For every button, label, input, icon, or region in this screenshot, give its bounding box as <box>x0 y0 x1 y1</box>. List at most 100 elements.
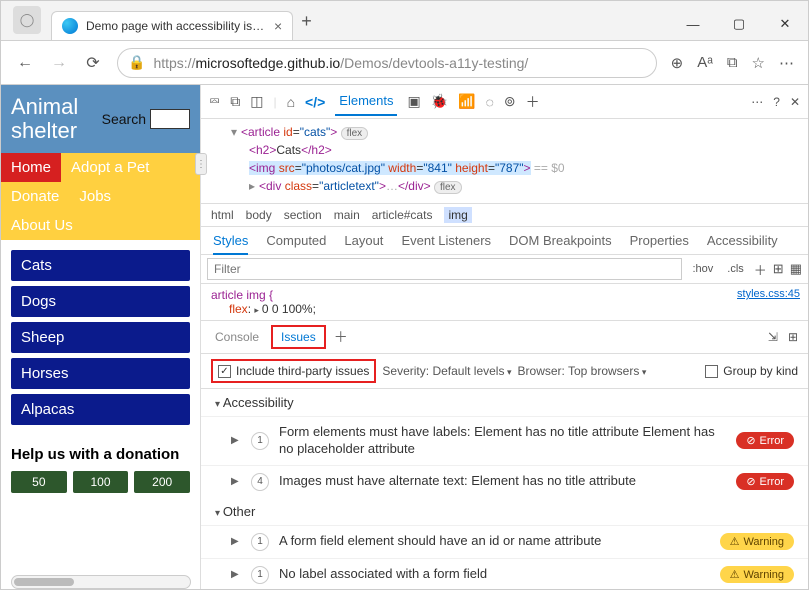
nav-adopt[interactable]: Adopt a Pet <box>61 153 159 182</box>
main-nav: Home Adopt a Pet Donate Jobs About Us <box>1 153 200 240</box>
collections-icon[interactable]: ⧉ <box>727 54 738 71</box>
more-tabs-plus[interactable]: ＋ <box>526 92 540 112</box>
site-title: Animal shelter <box>11 95 91 143</box>
sidebar-item-dogs[interactable]: Dogs <box>11 286 190 317</box>
tab-computed[interactable]: Computed <box>266 233 326 248</box>
url-path: /Demos/devtools-a11y-testing/ <box>340 55 528 71</box>
css-source-link[interactable]: styles.css:45 <box>737 288 800 300</box>
sidebar-item-alpacas[interactable]: Alpacas <box>11 394 190 425</box>
drawer-tabs: Console Issues ＋ ⇲ ⊞ <box>201 321 808 354</box>
browser-filter[interactable]: Browser: Top browsers <box>518 364 647 378</box>
tab-elements[interactable]: Elements <box>335 87 397 116</box>
expand-icon[interactable]: ▶ <box>231 476 241 487</box>
issue-row[interactable]: ▶ 1 A form field element should have an … <box>201 525 808 558</box>
checkbox-icon <box>705 365 718 378</box>
issues-filter-bar: Include third-party issues Severity: Def… <box>201 354 808 389</box>
tab-event-listeners[interactable]: Event Listeners <box>401 233 491 248</box>
nav-donate[interactable]: Donate <box>1 182 69 211</box>
issue-count: 4 <box>251 473 269 491</box>
console-tab-icon[interactable]: ▣ <box>407 93 420 110</box>
close-window-button[interactable]: ✕ <box>762 8 808 40</box>
tab-styles[interactable]: Styles <box>213 233 248 255</box>
warning-badge: Warning <box>720 566 794 583</box>
hov-toggle[interactable]: :hov <box>688 261 717 277</box>
memory-icon[interactable]: ⊚ <box>504 93 516 110</box>
donation-buttons: 50 100 200 <box>1 463 200 501</box>
category-accessibility[interactable]: Accessibility <box>201 389 808 416</box>
category-other[interactable]: Other <box>201 498 808 525</box>
donate-50[interactable]: 50 <box>11 471 67 493</box>
url-box[interactable]: 🔒 https://microsoftedge.github.io/Demos/… <box>117 48 657 78</box>
nav-jobs[interactable]: Jobs <box>69 182 121 211</box>
sources-icon[interactable]: 🐞 <box>431 93 448 110</box>
third-party-checkbox[interactable]: Include third-party issues <box>211 359 376 383</box>
tab-close-button[interactable]: × <box>274 18 282 34</box>
help-icon[interactable]: ? <box>773 95 780 109</box>
box-model-icon[interactable]: ▦ <box>790 261 802 277</box>
back-button[interactable]: ← <box>15 54 35 72</box>
tab-accessibility[interactable]: Accessibility <box>707 233 778 248</box>
donate-200[interactable]: 200 <box>134 471 190 493</box>
issue-row[interactable]: ▶ 1 No label associated with a form fiel… <box>201 558 808 589</box>
devtools-close-button[interactable]: ✕ <box>790 95 800 109</box>
issue-message: No label associated with a form field <box>279 566 710 583</box>
inspect-icon[interactable]: ⮹ <box>209 93 220 110</box>
app-install-icon[interactable]: ⊕ <box>671 54 684 72</box>
refresh-button[interactable]: ⟳ <box>83 53 103 73</box>
animal-sidebar: Cats Dogs Sheep Horses Alpacas <box>1 240 200 440</box>
sidebar-item-horses[interactable]: Horses <box>11 358 190 389</box>
issue-count: 1 <box>251 432 269 450</box>
cls-toggle[interactable]: .cls <box>723 261 748 277</box>
read-aloud-icon[interactable]: Aᵃ <box>697 54 713 71</box>
dom-tree[interactable]: ▾<article id="cats"> flex <h2>Cats</h2> … <box>201 119 808 204</box>
settings-menu-button[interactable]: ⋯ <box>779 54 794 72</box>
styles-sidebar-tabs: Styles Computed Layout Event Listeners D… <box>201 227 808 255</box>
drawer-dock-icon[interactable]: ⇲ <box>768 330 778 344</box>
maximize-button[interactable]: ▢ <box>716 8 762 40</box>
url-scheme: https:// <box>153 55 195 71</box>
expand-icon[interactable]: ▶ <box>231 569 241 580</box>
flex-editor-icon[interactable]: ⊞ <box>773 261 784 277</box>
horizontal-scrollbar[interactable] <box>11 575 191 589</box>
dom-breadcrumbs[interactable]: htmlbodysectionmainarticle#catsimg <box>201 204 808 227</box>
severity-filter[interactable]: Severity: Default levels <box>382 364 511 378</box>
search-input[interactable] <box>150 109 190 129</box>
profile-button[interactable]: ◯ <box>13 6 41 34</box>
performance-icon[interactable]: ◌ <box>486 94 494 110</box>
nav-home[interactable]: Home <box>1 153 61 182</box>
styles-filter-input[interactable] <box>207 258 682 280</box>
tab-issues[interactable]: Issues <box>271 325 326 349</box>
tab-console[interactable]: Console <box>211 327 263 347</box>
favorite-icon[interactable]: ☆ <box>752 54 765 72</box>
tab-properties[interactable]: Properties <box>630 233 689 248</box>
forward-button[interactable]: → <box>49 54 69 72</box>
sidebar-item-cats[interactable]: Cats <box>11 250 190 281</box>
more-tools-button[interactable]: ⋯ <box>751 95 763 109</box>
network-icon[interactable]: 📶 <box>458 93 475 110</box>
devtools-panel: ⋮ ⮹ ⧉ ◫ | ⌂ </> Elements ▣ 🐞 📶 ◌ ⊚ ＋ ⋯ ?… <box>201 85 808 589</box>
device-icon[interactable]: ⧉ <box>230 93 240 110</box>
expand-icon[interactable]: ▶ <box>231 435 241 446</box>
issue-row[interactable]: ▶ 4 Images must have alternate text: Ele… <box>201 465 808 498</box>
dock-handle[interactable]: ⋮ <box>195 153 207 175</box>
css-rule[interactable]: styles.css:45 article img { flex: ▸0 0 1… <box>201 284 808 321</box>
nav-about[interactable]: About Us <box>1 211 83 240</box>
minimize-button[interactable]: — <box>670 8 716 40</box>
group-by-kind-checkbox[interactable]: Group by kind <box>705 364 798 378</box>
dock-icon[interactable]: ◫ <box>250 93 263 110</box>
drawer-more-button[interactable]: ＋ <box>334 327 348 347</box>
issue-row[interactable]: ▶ 1 Form elements must have labels: Elem… <box>201 416 808 465</box>
issue-count: 1 <box>251 566 269 584</box>
donate-100[interactable]: 100 <box>73 471 129 493</box>
browser-tab[interactable]: Demo page with accessibility iss… × <box>51 11 293 40</box>
sidebar-item-sheep[interactable]: Sheep <box>11 322 190 353</box>
expand-icon[interactable]: ▶ <box>231 536 241 547</box>
new-style-rule-icon[interactable]: ＋ <box>754 260 767 279</box>
window-titlebar: ◯ Demo page with accessibility iss… × + … <box>1 1 808 41</box>
tab-dom-breakpoints[interactable]: DOM Breakpoints <box>509 233 612 248</box>
new-tab-button[interactable]: + <box>301 11 312 32</box>
issue-message: Images must have alternate text: Element… <box>279 473 726 490</box>
drawer-expand-icon[interactable]: ⊞ <box>788 330 798 344</box>
tab-layout[interactable]: Layout <box>344 233 383 248</box>
welcome-icon[interactable]: ⌂ <box>287 94 295 110</box>
